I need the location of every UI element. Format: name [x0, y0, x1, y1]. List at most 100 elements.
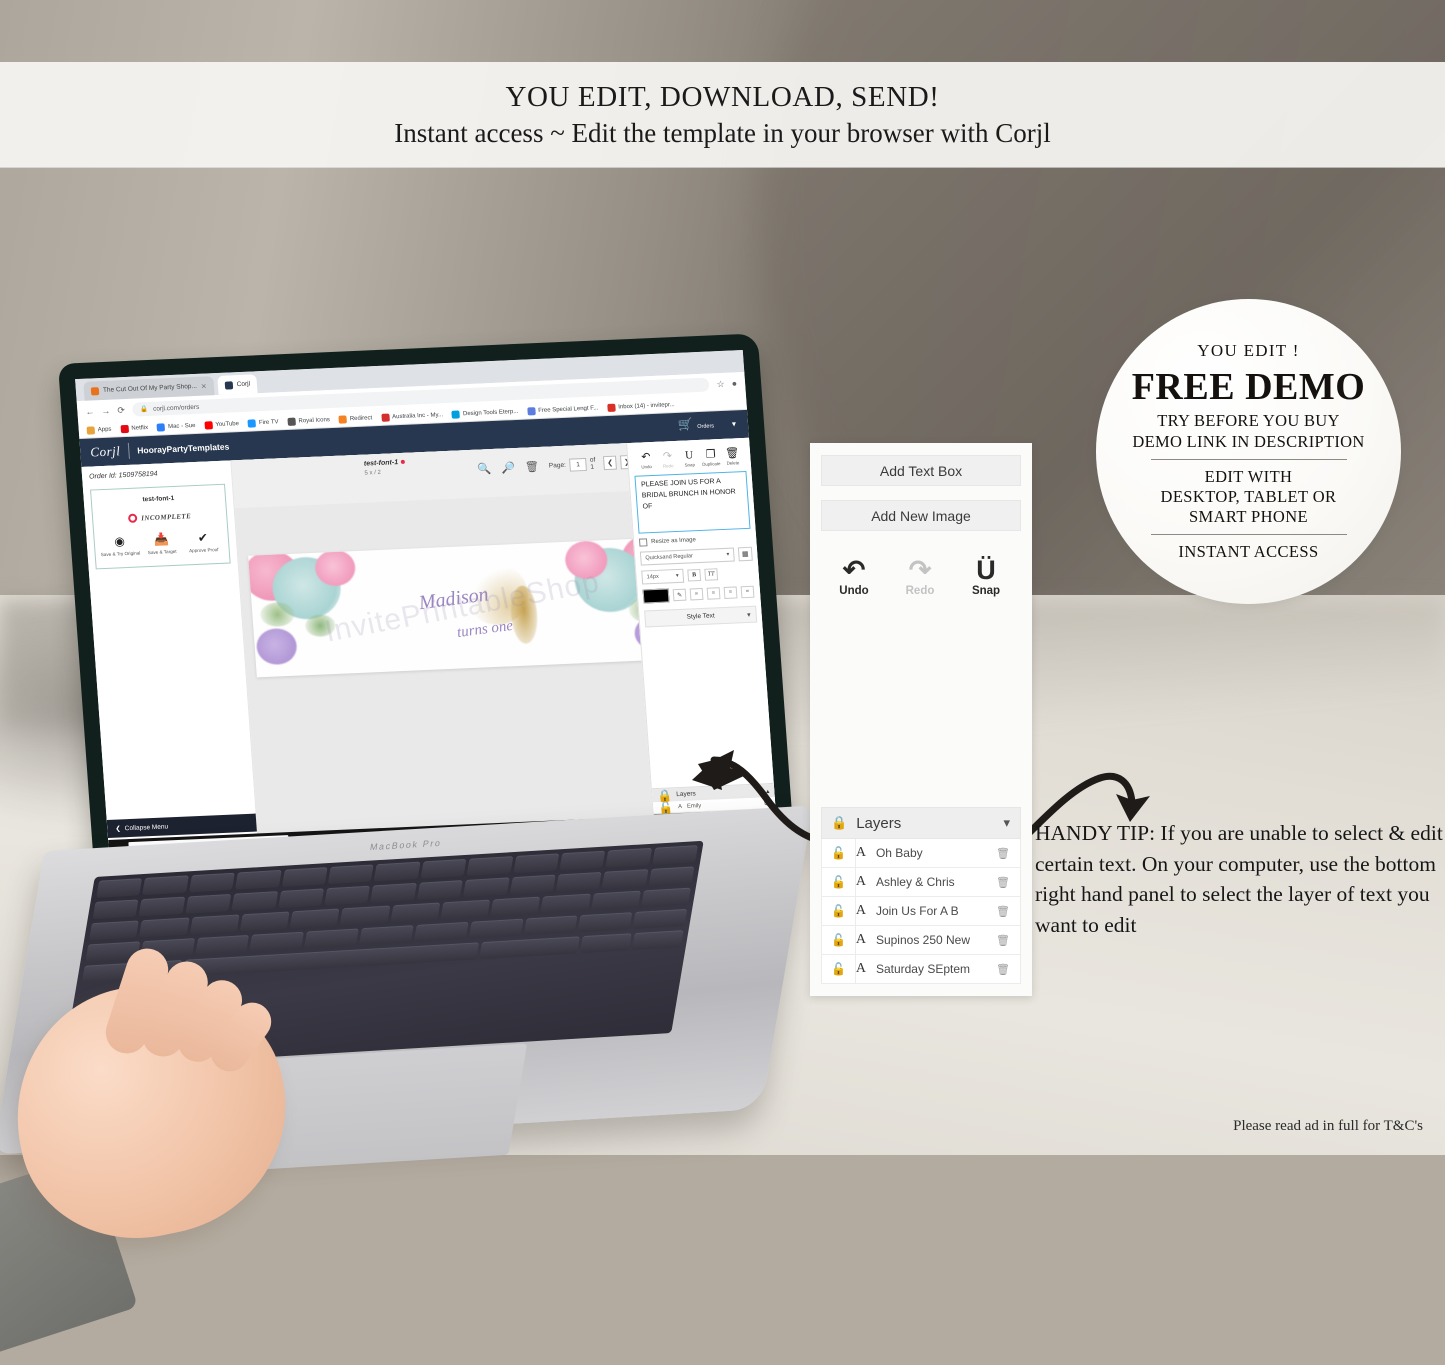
- snap-button[interactable]: Ü Snap: [965, 556, 1007, 597]
- snap-button[interactable]: U Snap: [678, 449, 701, 468]
- order-action-preview[interactable]: ◉ Save & Try Original: [99, 533, 141, 557]
- style-text-accordion[interactable]: Style Text ▾: [644, 605, 758, 628]
- align-right-icon[interactable]: ≡: [740, 585, 755, 599]
- back-arrow-icon[interactable]: ←: [85, 406, 95, 416]
- format-row: ✎ ≡ ≡ ≡ ≡: [642, 585, 756, 604]
- browser-tab-1[interactable]: Corjl: [217, 374, 258, 395]
- corjl-left-panel: Order Id: 1509758194 test-font-1 INCOMPL…: [81, 460, 260, 862]
- page-input[interactable]: 1: [569, 457, 587, 472]
- key: [523, 915, 578, 936]
- bookmark-item[interactable]: Inbox (14) - invitepr...: [606, 401, 675, 412]
- trash-icon[interactable]: 🗑: [996, 963, 1010, 976]
- lock-open-icon[interactable]: 🔓: [831, 933, 846, 948]
- duplicate-button[interactable]: ❐ Duplicate: [699, 448, 722, 467]
- profile-icon[interactable]: ●: [731, 378, 737, 388]
- reload-icon[interactable]: ⟳: [117, 405, 125, 416]
- bookmark-item[interactable]: Mac - Sue: [156, 421, 196, 432]
- bookmark-item[interactable]: Fire TV: [247, 418, 279, 428]
- color-swatch[interactable]: [642, 588, 670, 604]
- badge-devices-line2: SMART PHONE: [1188, 507, 1309, 527]
- close-icon[interactable]: ✕: [201, 382, 207, 390]
- add-new-image-button[interactable]: Add New Image: [821, 500, 1021, 531]
- key: [509, 874, 556, 895]
- line-height-icon[interactable]: ≡: [689, 587, 704, 601]
- zoom-in-icon[interactable]: 🔍: [477, 462, 492, 476]
- header-subheadline: Instant access ~ Edit the template in yo…: [394, 117, 1051, 148]
- bold-icon[interactable]: B: [687, 569, 702, 582]
- text-editor-input[interactable]: PLEASE JOIN US FOR A BRIDAL BRUNCH IN HO…: [634, 470, 751, 534]
- trash-icon[interactable]: 🗑: [996, 934, 1010, 947]
- resize-as-image-checkbox[interactable]: Resize as Image: [638, 534, 752, 547]
- redo-button[interactable]: ↷ Redo: [656, 450, 679, 469]
- order-id: Order Id: 1509758194: [88, 470, 158, 481]
- layers-panel-header[interactable]: 🔒 Layers ▾: [821, 807, 1021, 839]
- order-action-download[interactable]: 📥 Save & Target: [141, 532, 183, 556]
- align-center-icon[interactable]: ≡: [723, 586, 738, 599]
- align-left-icon[interactable]: ≡: [706, 587, 721, 600]
- lock-open-icon[interactable]: 🔓: [831, 962, 846, 977]
- bookmark-item[interactable]: Redirect: [338, 414, 373, 424]
- corjl-logo[interactable]: Corjl: [90, 443, 121, 460]
- layer-row[interactable]: 🔓 A Supinos 250 New 🗑: [821, 926, 1021, 955]
- style-text-label: Style Text: [686, 612, 715, 621]
- trash-icon[interactable]: 🗑: [996, 905, 1010, 918]
- check-icon: ✔: [197, 530, 209, 545]
- laptop-screen: The Cut Out Of My Party Shop... ✕ Corjl …: [75, 350, 778, 862]
- layer-row[interactable]: 🔓 A Saturday SEptem 🗑: [821, 955, 1021, 984]
- key: [463, 877, 510, 898]
- bookmark-label: Mac - Sue: [167, 422, 196, 430]
- font-size-select[interactable]: 14px ▾: [641, 568, 685, 585]
- star-icon[interactable]: ☆: [716, 378, 725, 389]
- orders-button[interactable]: 🛒 Orders: [678, 414, 715, 434]
- undo-button[interactable]: ↶ Undo: [833, 556, 875, 597]
- badge-try-line: TRY BEFORE YOU BUY: [1157, 410, 1340, 430]
- image-icon[interactable]: ▦: [737, 546, 753, 562]
- canvas-tools: 🔍 🔎 🗑 Page: 1 of 1 ❮ ❯: [477, 454, 634, 476]
- redo-icon: ↷: [908, 555, 932, 585]
- chevron-left-icon[interactable]: ❮: [603, 455, 618, 471]
- key: [632, 908, 688, 930]
- chevron-down-icon[interactable]: ▾: [1003, 815, 1010, 831]
- layer-row[interactable]: 🔓 A Oh Baby 🗑: [821, 839, 1021, 868]
- delete-button[interactable]: 🗑 Delete: [721, 447, 744, 466]
- italic-icon[interactable]: TT: [704, 568, 719, 581]
- bookmark-item[interactable]: Design Tools Eterp...: [451, 407, 519, 419]
- bookmark-item[interactable]: YouTube: [204, 420, 239, 430]
- tab-favicon: [90, 386, 100, 395]
- bookmark-item[interactable]: Apps: [86, 425, 112, 435]
- layer-row[interactable]: 🔓 A Ashley & Chris 🗑: [821, 868, 1021, 897]
- undo-button[interactable]: ↶ Undo: [635, 451, 658, 470]
- zoom-out-icon[interactable]: 🔎: [501, 461, 516, 475]
- redo-button[interactable]: ↷ Redo: [899, 556, 941, 597]
- bookmark-item[interactable]: Royal Icons: [287, 416, 330, 426]
- snap-magnet-icon: Ü: [976, 555, 996, 585]
- divider: [855, 868, 856, 896]
- trash-icon[interactable]: 🗑: [524, 460, 540, 474]
- chevron-down-icon[interactable]: ▾: [732, 419, 737, 428]
- hand-photo: [0, 925, 328, 1365]
- template-artwork[interactable]: InvitePrintableShop Madison turns one: [248, 537, 677, 678]
- order-card[interactable]: test-font-1 INCOMPLETE ◉ Save & Try Orig…: [90, 483, 231, 570]
- lock-closed-icon: 🔒: [656, 787, 673, 803]
- trash-icon[interactable]: 🗑: [996, 876, 1010, 889]
- font-family-select[interactable]: Quicksand Regular ▾: [639, 547, 735, 566]
- bookmark-favicon: [606, 403, 616, 412]
- shop-name: HoorayPartyTemplates: [136, 441, 230, 456]
- add-text-box-button[interactable]: Add Text Box: [821, 455, 1021, 486]
- order-action-approve[interactable]: ✔ Approve Proof: [182, 530, 224, 554]
- layer-row[interactable]: 🔓 A Join Us For A B 🗑: [821, 897, 1021, 926]
- bookmark-item[interactable]: Free Special Lengt F...: [526, 404, 599, 415]
- key: [138, 896, 186, 917]
- trash-icon[interactable]: 🗑: [996, 847, 1010, 860]
- lock-open-icon[interactable]: 🔓: [831, 875, 846, 890]
- lock-open-icon[interactable]: 🔓: [831, 904, 846, 919]
- text-A-icon: A: [855, 845, 867, 860]
- eyedropper-icon[interactable]: ✎: [672, 588, 687, 602]
- trash-icon: 🗑: [724, 447, 740, 460]
- key: [440, 899, 491, 920]
- forward-arrow-icon[interactable]: →: [101, 406, 111, 416]
- bookmark-item[interactable]: Australia Inc - My...: [380, 411, 443, 422]
- bookmark-item[interactable]: Netflix: [120, 424, 148, 433]
- key: [185, 893, 232, 914]
- lock-open-icon[interactable]: 🔓: [831, 846, 846, 861]
